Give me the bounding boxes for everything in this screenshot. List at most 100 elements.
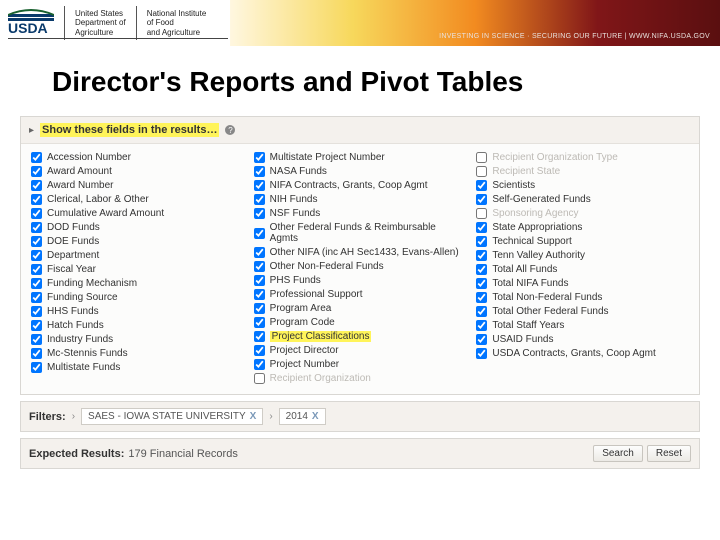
field-checkbox[interactable] (31, 348, 42, 359)
field-item[interactable]: Recipient Organization Type (476, 152, 689, 163)
field-item[interactable]: Scientists (476, 180, 689, 191)
field-checkbox[interactable] (31, 166, 42, 177)
field-item[interactable]: Award Number (31, 180, 244, 191)
field-checkbox[interactable] (254, 166, 265, 177)
filter-chip-org[interactable]: SAES - IOWA STATE UNIVERSITY X (81, 408, 263, 425)
field-item[interactable]: Project Number (254, 359, 467, 370)
field-item[interactable]: DOE Funds (31, 236, 244, 247)
search-button[interactable]: Search (593, 445, 643, 462)
field-item[interactable]: Multistate Project Number (254, 152, 467, 163)
field-checkbox[interactable] (31, 292, 42, 303)
field-item[interactable]: State Appropriations (476, 222, 689, 233)
field-item[interactable]: Program Area (254, 303, 467, 314)
field-item[interactable]: Recipient State (476, 166, 689, 177)
field-checkbox[interactable] (476, 292, 487, 303)
field-item[interactable]: Project Classifications (254, 331, 467, 342)
field-item[interactable]: Clerical, Labor & Other (31, 194, 244, 205)
field-checkbox[interactable] (476, 348, 487, 359)
field-checkbox[interactable] (254, 373, 265, 384)
field-checkbox[interactable] (31, 152, 42, 163)
field-item[interactable]: Hatch Funds (31, 320, 244, 331)
field-checkbox[interactable] (254, 194, 265, 205)
field-checkbox[interactable] (31, 222, 42, 233)
field-item[interactable]: Program Code (254, 317, 467, 328)
field-item[interactable]: Tenn Valley Authority (476, 250, 689, 261)
field-item[interactable]: Industry Funds (31, 334, 244, 345)
field-checkbox[interactable] (476, 194, 487, 205)
field-checkbox[interactable] (476, 320, 487, 331)
filter-chip-year[interactable]: 2014 X (279, 408, 326, 425)
field-checkbox[interactable] (476, 334, 487, 345)
field-checkbox[interactable] (254, 289, 265, 300)
field-checkbox[interactable] (31, 194, 42, 205)
field-item[interactable]: Self-Generated Funds (476, 194, 689, 205)
field-item[interactable]: Other NIFA (inc AH Sec1433, Evans-Allen) (254, 247, 467, 258)
reset-button[interactable]: Reset (647, 445, 691, 462)
field-item[interactable]: Accession Number (31, 152, 244, 163)
field-item[interactable]: HHS Funds (31, 306, 244, 317)
field-checkbox[interactable] (31, 180, 42, 191)
field-checkbox[interactable] (31, 334, 42, 345)
field-checkbox[interactable] (254, 275, 265, 286)
field-checkbox[interactable] (31, 362, 42, 373)
field-item[interactable]: Professional Support (254, 289, 467, 300)
field-item[interactable]: Other Non-Federal Funds (254, 261, 467, 272)
field-checkbox[interactable] (31, 208, 42, 219)
field-item[interactable]: Total Non-Federal Funds (476, 292, 689, 303)
help-icon[interactable]: ? (225, 125, 235, 135)
field-item[interactable]: Sponsoring Agency (476, 208, 689, 219)
field-checkbox[interactable] (476, 306, 487, 317)
field-checkbox[interactable] (31, 264, 42, 275)
field-checkbox[interactable] (476, 208, 487, 219)
field-item[interactable]: Technical Support (476, 236, 689, 247)
field-item[interactable]: NIH Funds (254, 194, 467, 205)
field-checkbox[interactable] (254, 359, 265, 370)
field-checkbox[interactable] (476, 152, 487, 163)
field-item[interactable]: Cumulative Award Amount (31, 208, 244, 219)
field-checkbox[interactable] (254, 317, 265, 328)
field-checkbox[interactable] (31, 250, 42, 261)
field-item[interactable]: Multistate Funds (31, 362, 244, 373)
field-item[interactable]: Total NIFA Funds (476, 278, 689, 289)
field-item[interactable]: NSF Funds (254, 208, 467, 219)
field-checkbox[interactable] (31, 278, 42, 289)
field-checkbox[interactable] (476, 278, 487, 289)
field-item[interactable]: Funding Mechanism (31, 278, 244, 289)
field-checkbox[interactable] (254, 247, 265, 258)
field-checkbox[interactable] (31, 320, 42, 331)
field-checkbox[interactable] (31, 236, 42, 247)
field-item[interactable]: Total Staff Years (476, 320, 689, 331)
field-checkbox[interactable] (476, 166, 487, 177)
field-item[interactable]: Project Director (254, 345, 467, 356)
field-checkbox[interactable] (476, 250, 487, 261)
fields-panel-header[interactable]: ▸ Show these fields in the results… ? (21, 117, 699, 144)
field-item[interactable]: DOD Funds (31, 222, 244, 233)
field-item[interactable]: Mc-Stennis Funds (31, 348, 244, 359)
field-item[interactable]: PHS Funds (254, 275, 467, 286)
field-item[interactable]: Total Other Federal Funds (476, 306, 689, 317)
field-checkbox[interactable] (254, 345, 265, 356)
field-checkbox[interactable] (254, 152, 265, 163)
field-checkbox[interactable] (476, 180, 487, 191)
field-checkbox[interactable] (254, 261, 265, 272)
field-checkbox[interactable] (476, 264, 487, 275)
field-checkbox[interactable] (476, 222, 487, 233)
field-item[interactable]: Fiscal Year (31, 264, 244, 275)
field-checkbox[interactable] (254, 180, 265, 191)
field-item[interactable]: NIFA Contracts, Grants, Coop Agmt (254, 180, 467, 191)
close-icon[interactable]: X (312, 411, 319, 422)
field-checkbox[interactable] (476, 236, 487, 247)
field-checkbox[interactable] (254, 208, 265, 219)
field-checkbox[interactable] (254, 228, 265, 239)
field-item[interactable]: Funding Source (31, 292, 244, 303)
field-checkbox[interactable] (254, 303, 265, 314)
field-item[interactable]: Total All Funds (476, 264, 689, 275)
field-item[interactable]: Recipient Organization (254, 373, 467, 384)
field-item[interactable]: Other Federal Funds & Reimbursable Agmts (254, 222, 467, 244)
field-checkbox[interactable] (254, 331, 265, 342)
field-item[interactable]: NASA Funds (254, 166, 467, 177)
field-item[interactable]: Award Amount (31, 166, 244, 177)
field-item[interactable]: Department (31, 250, 244, 261)
close-icon[interactable]: X (250, 411, 257, 422)
field-checkbox[interactable] (31, 306, 42, 317)
